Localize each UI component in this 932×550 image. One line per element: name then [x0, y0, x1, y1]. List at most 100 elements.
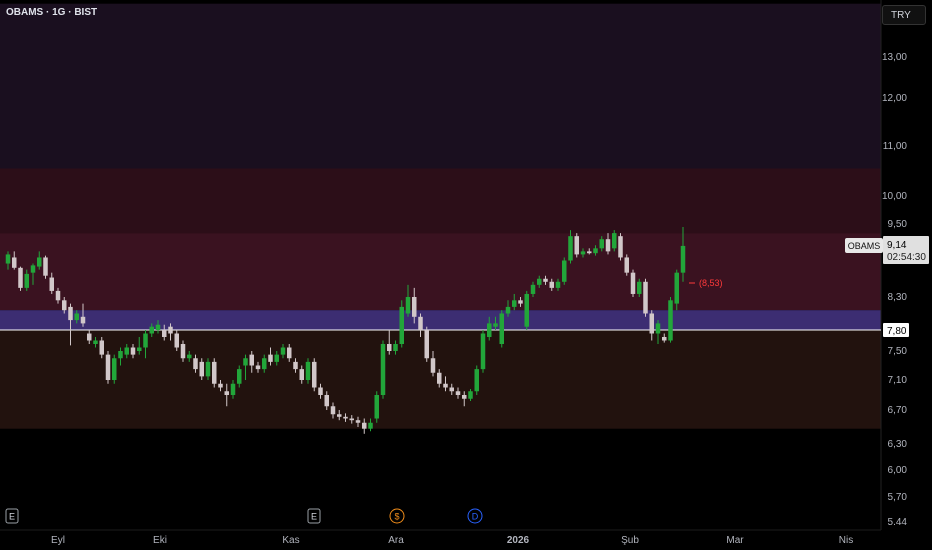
candle-body[interactable]	[74, 313, 80, 321]
candle-body[interactable]	[405, 297, 411, 314]
candle-body[interactable]	[480, 333, 486, 370]
candle-body[interactable]	[18, 267, 23, 288]
candle-body[interactable]	[543, 278, 548, 282]
candle-body[interactable]	[412, 297, 417, 317]
candle-body[interactable]	[268, 354, 273, 362]
candle-body[interactable]	[355, 420, 361, 423]
candle-body[interactable]	[462, 395, 467, 399]
candle-body[interactable]	[624, 257, 630, 273]
candle-body[interactable]	[630, 272, 636, 294]
candle-body[interactable]	[493, 323, 498, 327]
candle-body[interactable]	[399, 306, 405, 344]
candle-body[interactable]	[255, 365, 261, 370]
candle-body[interactable]	[249, 354, 255, 366]
candle-body[interactable]	[580, 251, 586, 255]
candle-body[interactable]	[674, 272, 680, 304]
candle-body[interactable]	[155, 324, 161, 330]
candle-body[interactable]	[318, 387, 323, 396]
candle-body[interactable]	[512, 300, 517, 307]
candle-body[interactable]	[449, 387, 455, 392]
candle-body[interactable]	[430, 358, 436, 373]
candle-body[interactable]	[505, 306, 511, 314]
candle-body[interactable]	[518, 300, 523, 304]
candle-body[interactable]	[24, 273, 30, 288]
candle-body[interactable]	[224, 391, 230, 395]
candle-body[interactable]	[12, 257, 17, 268]
candle-body[interactable]	[87, 333, 92, 341]
candle-body[interactable]	[599, 239, 605, 249]
candle-body[interactable]	[474, 369, 480, 392]
candle-body[interactable]	[387, 344, 392, 351]
candle-body[interactable]	[193, 358, 198, 370]
candle-body[interactable]	[374, 395, 380, 419]
candle-body[interactable]	[149, 326, 155, 334]
candle-body[interactable]	[212, 361, 217, 384]
candle-body[interactable]	[643, 281, 648, 314]
candle-body[interactable]	[324, 395, 330, 407]
candle-body[interactable]	[168, 326, 173, 334]
candle-body[interactable]	[99, 340, 105, 355]
candle-body[interactable]	[349, 418, 355, 421]
candle-body[interactable]	[187, 354, 192, 359]
candle-body[interactable]	[380, 344, 386, 395]
candle-body[interactable]	[143, 333, 148, 348]
candle-body[interactable]	[180, 344, 186, 359]
candle-body[interactable]	[612, 233, 617, 249]
candle-body[interactable]	[574, 236, 580, 255]
candle-body[interactable]	[243, 358, 248, 366]
candle-body[interactable]	[205, 361, 211, 377]
candle-body[interactable]	[237, 369, 242, 384]
candle-body[interactable]	[562, 260, 567, 282]
currency-button[interactable]: TRY	[882, 5, 926, 25]
candle-body[interactable]	[262, 358, 267, 370]
candle-body[interactable]	[230, 383, 236, 395]
candle-body[interactable]	[362, 422, 367, 429]
candle-body[interactable]	[93, 340, 98, 345]
candle-body[interactable]	[487, 323, 492, 337]
symbol-title[interactable]: OBAMS · 1G · BIST	[6, 7, 97, 18]
candle-body[interactable]	[655, 323, 661, 334]
candle-body[interactable]	[605, 239, 611, 252]
candle-body[interactable]	[80, 316, 86, 324]
candle-body[interactable]	[499, 313, 505, 345]
candle-body[interactable]	[218, 383, 223, 388]
candle-body[interactable]	[5, 254, 11, 264]
candle-body[interactable]	[280, 347, 286, 355]
candle-body[interactable]	[112, 358, 117, 380]
candle-body[interactable]	[174, 333, 180, 348]
candle-body[interactable]	[437, 372, 442, 384]
candle-body[interactable]	[30, 265, 36, 273]
candle-body[interactable]	[162, 330, 167, 337]
candle-body[interactable]	[393, 344, 398, 351]
candle-body[interactable]	[649, 313, 655, 334]
candle-body[interactable]	[312, 361, 317, 388]
candle-body[interactable]	[55, 290, 61, 301]
candle-body[interactable]	[418, 316, 423, 330]
candle-body[interactable]	[530, 284, 536, 294]
candle-body[interactable]	[637, 281, 642, 294]
candle-body[interactable]	[668, 300, 673, 341]
candle-body[interactable]	[49, 277, 55, 291]
candle-body[interactable]	[662, 337, 667, 341]
candle-body[interactable]	[537, 278, 542, 285]
candle-body[interactable]	[293, 361, 298, 370]
candle-body[interactable]	[343, 416, 348, 419]
candle-body[interactable]	[593, 248, 598, 254]
candle-body[interactable]	[443, 383, 448, 388]
candle-body[interactable]	[62, 300, 67, 311]
candle-body[interactable]	[455, 391, 461, 395]
candle-body[interactable]	[568, 236, 573, 261]
candle-body[interactable]	[274, 354, 280, 362]
candle-body[interactable]	[299, 369, 305, 380]
candle-body[interactable]	[305, 361, 311, 380]
candle-body[interactable]	[549, 281, 555, 288]
candle-body[interactable]	[468, 391, 473, 399]
candle-body[interactable]	[43, 257, 48, 276]
price-chart[interactable]: 13,00 12,00 11,00 10,00 9,50 8,30 7,80 7,50 7,10…	[0, 0, 932, 550]
candle-body[interactable]	[337, 414, 342, 417]
candle-body[interactable]	[118, 351, 123, 359]
candle-body[interactable]	[368, 422, 373, 429]
candle-body[interactable]	[587, 251, 592, 254]
candle-body[interactable]	[287, 347, 292, 359]
candle-body[interactable]	[330, 406, 336, 415]
